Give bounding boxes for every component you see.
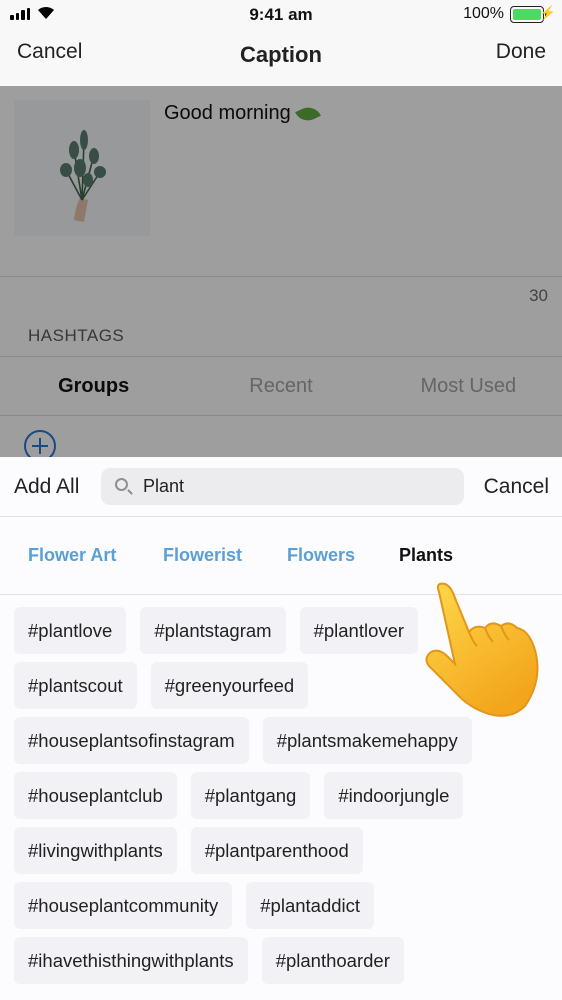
hashtag-chip[interactable]: #plantsmakemehappy: [262, 717, 472, 764]
hashtag-chip[interactable]: #indoorjungle: [324, 772, 464, 819]
search-input[interactable]: [143, 468, 453, 505]
hashtag-chip[interactable]: #planthoarder: [261, 937, 404, 984]
hashtag-chip[interactable]: #plantlover: [299, 607, 419, 654]
navigation-bar: Cancel Caption Done: [0, 30, 562, 86]
hashtag-chip[interactable]: #greenyourfeed: [150, 662, 309, 709]
hashtag-chip[interactable]: #plantgang: [190, 772, 311, 819]
tab-flowers[interactable]: Flowers: [287, 545, 355, 566]
search-bar: [101, 468, 464, 505]
hashtag-row: #houseplantcommunity #plantaddict: [14, 882, 554, 929]
add-all-button[interactable]: Add All: [14, 475, 79, 499]
hashtag-chip[interactable]: #ihavethisthingwithplants: [14, 937, 248, 984]
page-title: Caption: [240, 42, 322, 67]
hashtag-row: #livingwithplants #plantparenthood: [14, 827, 554, 874]
hashtag-row: #houseplantsofinstagram #plantsmakemehap…: [14, 717, 554, 764]
hashtag-row: #plantscout #greenyourfeed: [14, 662, 554, 709]
hashtag-chip[interactable]: #houseplantsofinstagram: [14, 717, 249, 764]
search-row: Add All Cancel: [0, 457, 562, 517]
search-cancel-button[interactable]: Cancel: [484, 475, 549, 499]
dim-overlay[interactable]: [0, 86, 562, 457]
hashtag-chip[interactable]: #plantscout: [14, 662, 137, 709]
hashtag-picker-sheet: Add All Cancel Flower Art Flowerist Flow…: [0, 457, 562, 1000]
search-icon: [115, 478, 128, 491]
hashtag-chip[interactable]: #plantlove: [14, 607, 127, 654]
status-bar: 9:41 am 100% ⚡: [0, 0, 562, 30]
done-button[interactable]: Done: [496, 40, 546, 64]
charging-bolt-icon: ⚡: [539, 5, 556, 20]
hashtag-chip[interactable]: #livingwithplants: [14, 827, 177, 874]
hashtag-chip[interactable]: #houseplantcommunity: [14, 882, 233, 929]
tab-plants[interactable]: Plants: [399, 545, 453, 566]
hashtag-list: #plantlove #plantstagram #plantlover #pl…: [14, 607, 554, 992]
battery-percentage: 100%: [463, 5, 504, 22]
group-tabs: Flower Art Flowerist Flowers Plants: [0, 517, 562, 595]
hashtag-chip[interactable]: #plantaddict: [246, 882, 375, 929]
hashtag-row: #ihavethisthingwithplants #planthoarder: [14, 937, 554, 984]
cancel-button[interactable]: Cancel: [17, 40, 82, 64]
hashtag-row: #plantlove #plantstagram #plantlover: [14, 607, 554, 654]
hashtag-chip[interactable]: #plantparenthood: [190, 827, 363, 874]
tab-flowerist[interactable]: Flowerist: [163, 545, 242, 566]
hashtag-chip[interactable]: #plantstagram: [140, 607, 286, 654]
tab-flower-art[interactable]: Flower Art: [28, 545, 116, 566]
hashtag-row: #houseplantclub #plantgang #indoorjungle: [14, 772, 554, 819]
hashtag-chip[interactable]: #houseplantclub: [14, 772, 177, 819]
